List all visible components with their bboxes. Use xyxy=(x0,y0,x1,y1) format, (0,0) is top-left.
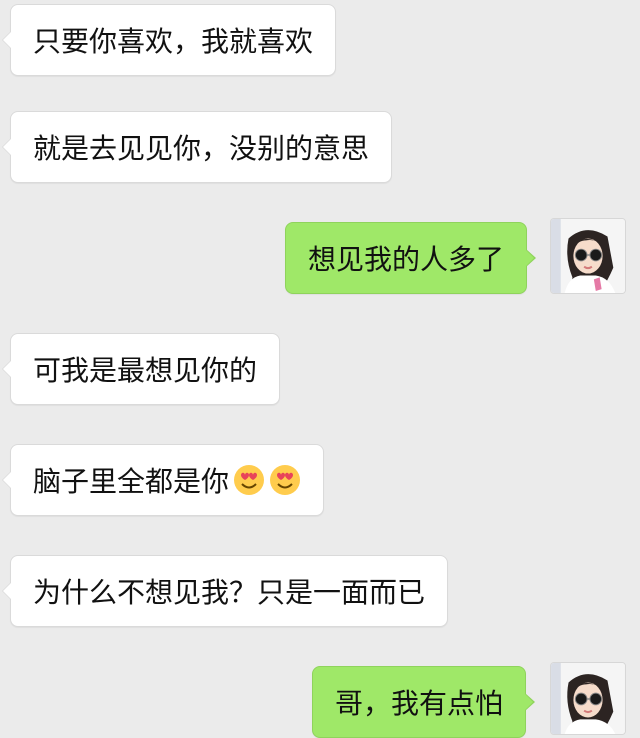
user-avatar[interactable] xyxy=(550,662,626,735)
heart-eyes-emoji-icon xyxy=(270,465,301,495)
message-text: 就是去见见你，没别的意思 xyxy=(33,132,370,165)
heart-eyes-emoji-icon xyxy=(234,465,265,495)
message-bubble-incoming[interactable]: 只要你喜欢，我就喜欢 xyxy=(1,4,337,76)
chat-conversation: 只要你喜欢，我就喜欢 就是去见见你，没别的意思 想见我的人多了 可我是最想见你的… xyxy=(0,0,640,738)
message-bubble-incoming[interactable]: 可我是最想见你的 xyxy=(1,333,281,405)
message-bubble-outgoing[interactable]: 想见我的人多了 xyxy=(285,222,537,294)
avatar-portrait-image xyxy=(551,663,625,734)
message-bubble-incoming[interactable]: 脑子里全都是你 xyxy=(1,444,325,516)
message-text: 脑子里全都是你 xyxy=(33,465,230,498)
message-text: 哥，我有点怕 xyxy=(335,687,504,720)
message-bubble-incoming[interactable]: 就是去见见你，没别的意思 xyxy=(1,111,393,183)
avatar-portrait-image xyxy=(551,219,625,293)
message-text: 为什么不想见我？只是一面而已 xyxy=(33,576,426,609)
message-bubble-incoming[interactable]: 为什么不想见我？只是一面而已 xyxy=(1,555,449,627)
user-avatar[interactable] xyxy=(550,218,626,294)
message-bubble-outgoing[interactable]: 哥，我有点怕 xyxy=(312,666,536,738)
message-text: 可我是最想见你的 xyxy=(33,354,258,387)
message-text: 只要你喜欢，我就喜欢 xyxy=(33,25,314,58)
message-text: 想见我的人多了 xyxy=(308,243,505,276)
